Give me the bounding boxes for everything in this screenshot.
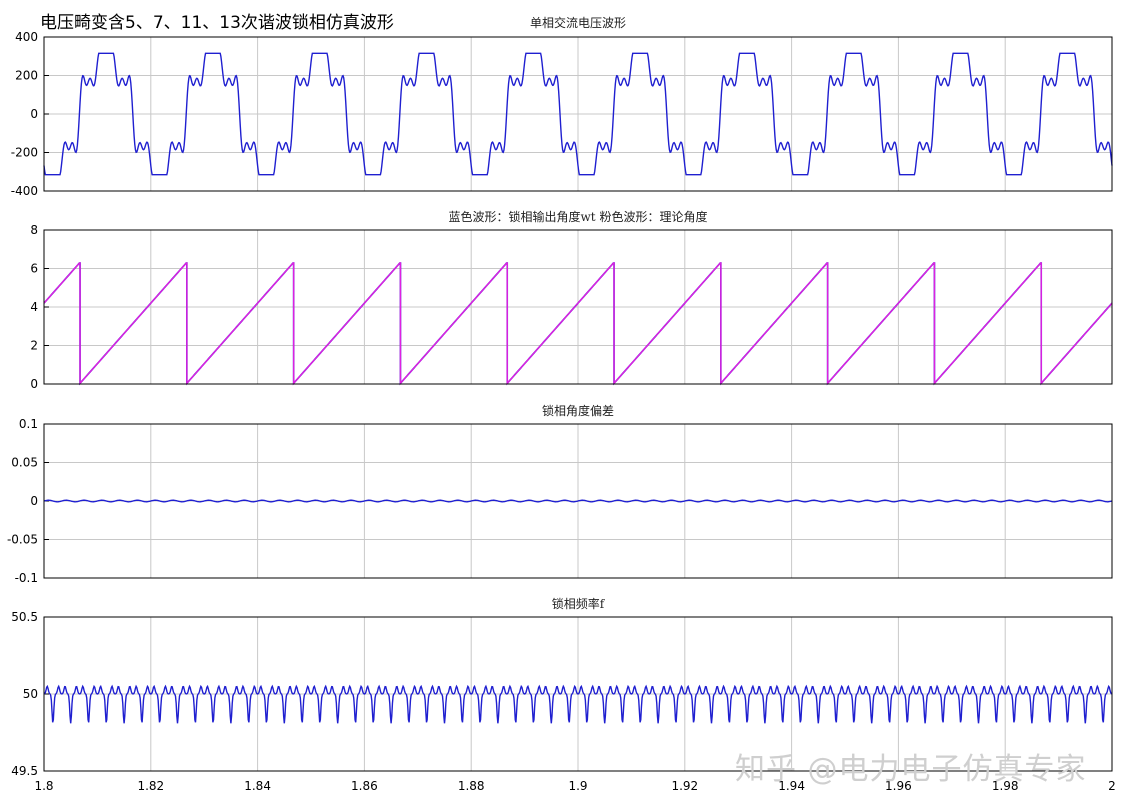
x-tick-label: 1.84	[244, 779, 271, 793]
y-tick-label: 200	[15, 69, 38, 83]
y-tick-label: 8	[30, 223, 38, 237]
series-line-1	[43, 499, 1113, 503]
subplot-title: 锁相角度偏差	[542, 403, 614, 418]
x-tick-label: 2	[1108, 779, 1116, 793]
y-tick-label: 6	[30, 262, 38, 276]
x-tick-label: 1.86	[351, 779, 378, 793]
subplot-2: 蓝色波形：锁相输出角度wt 粉色波形：理论角度 8 6 4 2 0	[30, 209, 1113, 391]
y-tick-label: 4	[30, 300, 38, 314]
y-tick-label: 0.05	[11, 456, 38, 470]
y-tick-label: 49.5	[11, 764, 38, 778]
chart-figure: 单相交流电压波形4002000-200-400蓝色波形：锁相输出角度wt 粉色波…	[7, 15, 1116, 793]
y-tick-label: -0.1	[15, 571, 38, 585]
y-tick-label: 400	[15, 30, 38, 44]
x-tick-label: 1.82	[137, 779, 164, 793]
y-tick-label: 2	[30, 339, 38, 353]
y-tick-label: -0.05	[7, 533, 38, 547]
subplot-title: 蓝色波形：锁相输出角度wt 粉色波形：理论角度	[449, 209, 708, 224]
x-tick-label: 1.88	[458, 779, 485, 793]
y-tick-label: 0	[30, 107, 38, 121]
y-tick-label: 50.5	[11, 610, 38, 624]
x-tick-label: 1.92	[671, 779, 698, 793]
y-tick-label: 0	[30, 377, 38, 391]
y-tick-label: -200	[11, 146, 38, 160]
watermark-text: 知乎 @电力电子仿真专家	[735, 752, 1087, 787]
subplot-title: 单相交流电压波形	[530, 15, 626, 30]
subplot-3: 锁相角度偏差 0.1 0.05 0 -0.05 -0.1	[7, 403, 1113, 585]
subplot-title: 锁相频率f	[552, 596, 606, 611]
x-tick-label: 1.8	[34, 779, 53, 793]
y-tick-label: -400	[11, 184, 38, 198]
y-tick-label: 50	[23, 687, 38, 701]
x-tick-label: 1.9	[568, 779, 587, 793]
y-tick-label: 0	[30, 494, 38, 508]
y-tick-label: 0.1	[19, 417, 38, 431]
subplot-1: 单相交流电压波形 400 200 0 -200 -400	[11, 15, 1113, 198]
